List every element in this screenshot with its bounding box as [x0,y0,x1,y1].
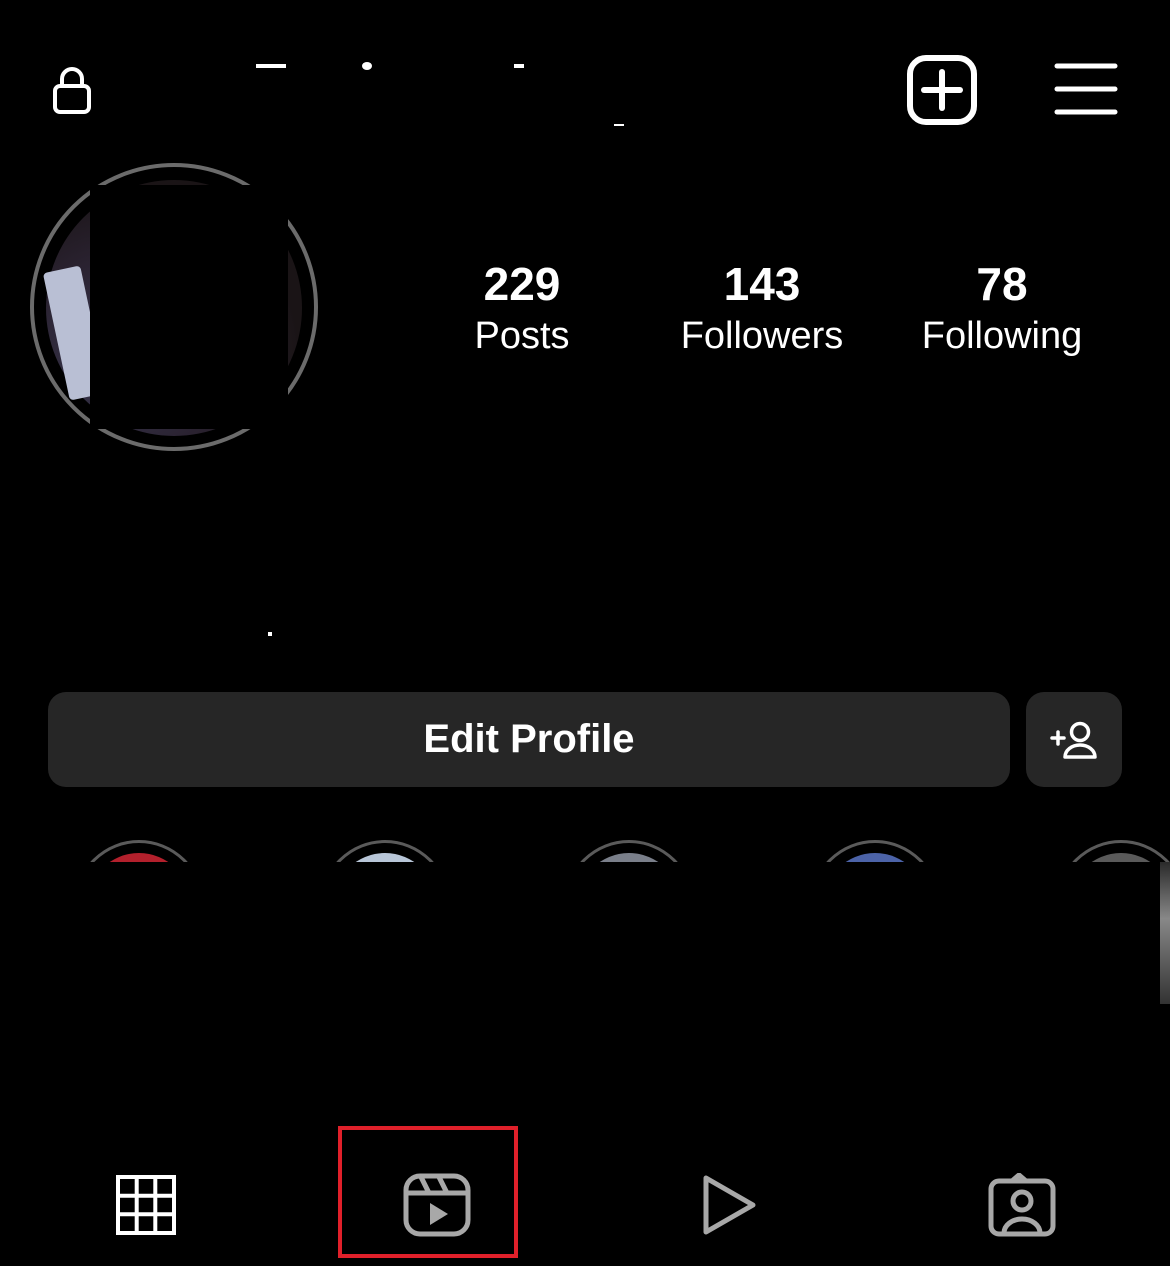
add-person-icon [1050,720,1098,760]
posts-label: Posts [474,315,570,357]
highlight-annotation-box [338,1126,518,1258]
avatar-redaction [90,185,288,429]
highlight-item[interactable] [320,840,450,862]
highlights-redaction [0,862,1160,1122]
lock-icon [52,66,92,114]
grid-icon [116,1175,176,1235]
username-redacted [514,64,524,68]
highlight-item[interactable] [74,840,204,862]
followers-count: 143 [723,258,801,310]
story-highlights [0,840,1170,862]
add-user-button[interactable] [1026,692,1122,787]
highlight-item[interactable] [564,840,694,862]
hamburger-menu-icon[interactable] [1054,62,1118,116]
highlight-edge [1160,862,1170,1004]
followers-stat[interactable]: 143 Followers [652,258,872,358]
username-redacted [614,124,624,126]
highlight-item[interactable] [1056,840,1170,862]
followers-label: Followers [680,315,844,357]
following-label: Following [921,315,1083,357]
tab-videos[interactable] [684,1160,774,1250]
highlight-item[interactable] [810,840,940,862]
username-redacted [362,62,372,70]
play-icon [700,1173,758,1237]
following-count: 78 [976,258,1028,310]
tab-tagged[interactable] [977,1160,1067,1250]
username-redacted [256,64,286,68]
edit-profile-button[interactable]: Edit Profile [48,692,1010,787]
following-stat[interactable]: 78 Following [892,258,1112,358]
tab-grid[interactable] [101,1160,191,1250]
posts-count: 229 [483,258,561,310]
tagged-person-icon [988,1173,1056,1237]
plus-square-icon[interactable] [906,54,978,126]
posts-stat[interactable]: 229 Posts [412,258,632,358]
bio-redacted [268,632,272,636]
